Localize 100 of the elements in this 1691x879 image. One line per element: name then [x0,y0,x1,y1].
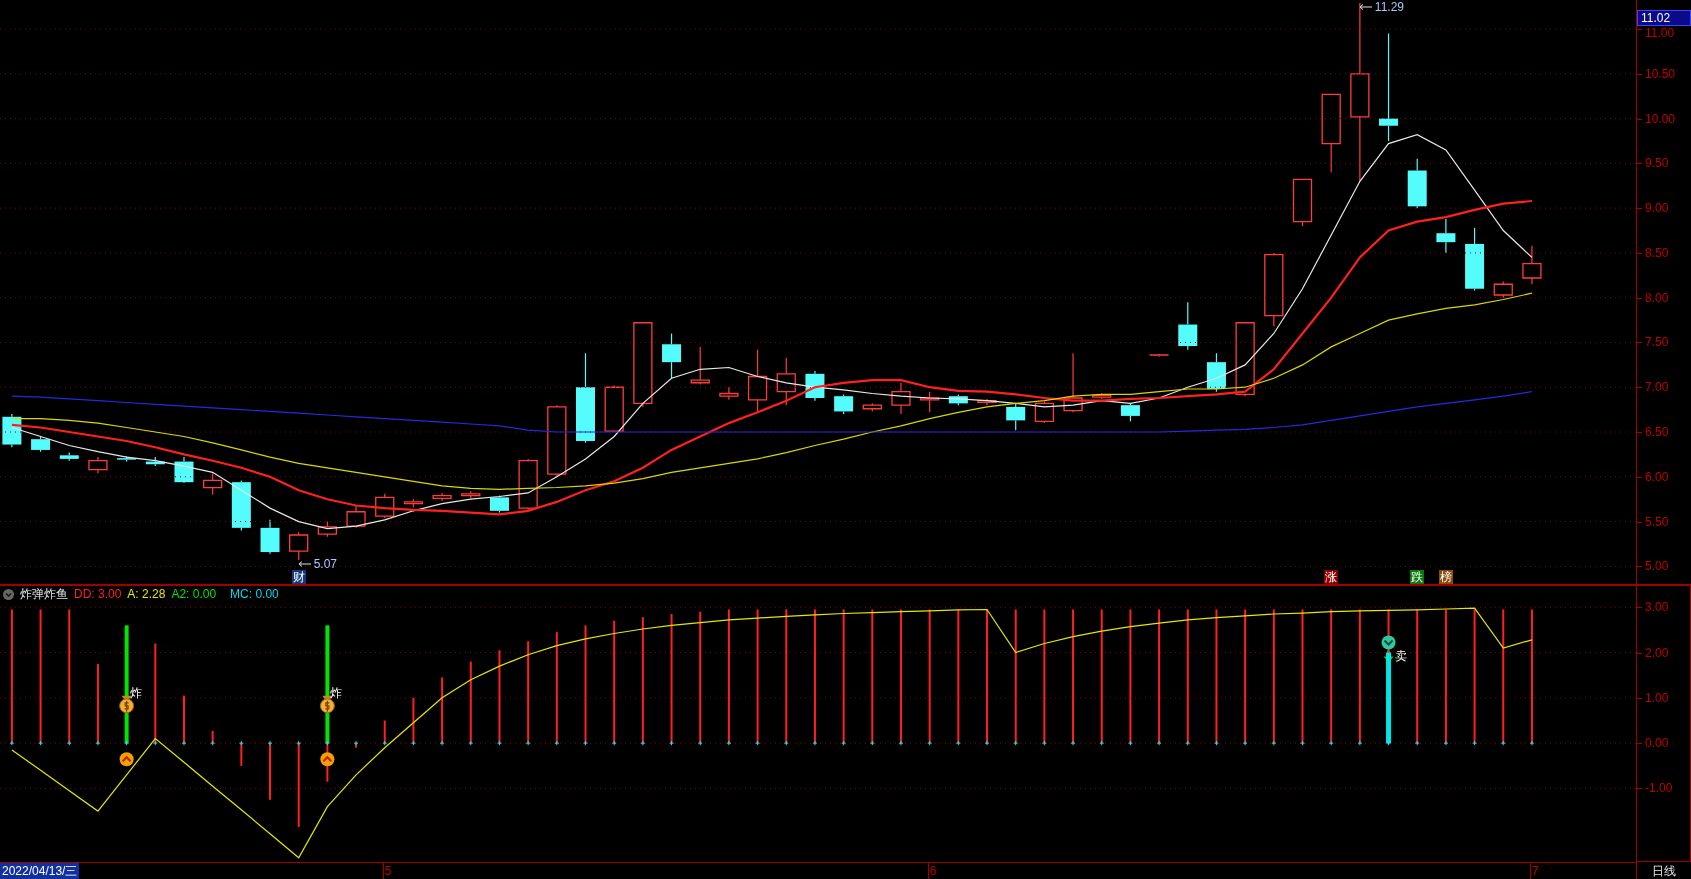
axis-label: 1.00 [1645,691,1669,704]
legend-value: DD: 3.00 [74,588,122,600]
cross-marker [1500,740,1506,746]
cross-marker [1127,740,1133,746]
candlestick [461,490,481,499]
candlestick [1092,392,1112,400]
indicator-bar [240,743,243,766]
cross-marker [353,740,359,746]
candlestick [31,435,51,453]
axis-label: 2.00 [1645,646,1669,659]
candlestick [1436,218,1456,254]
candlestick [346,504,366,529]
indicator-bar [412,697,415,744]
cross-marker [95,740,101,746]
axis-label: 11.00 [1645,27,1675,39]
cross-marker [1386,740,1392,746]
candlestick [59,452,79,462]
indicator-bar [211,730,214,744]
candlestick [260,519,280,555]
cross-marker [1529,740,1535,746]
candlestick [1407,158,1427,209]
cross-marker [525,740,531,746]
cross-marker [1328,740,1334,746]
cross-marker [1472,740,1478,746]
cross-marker [410,740,416,746]
axis-label: 8.00 [1645,291,1669,304]
price-marker-label: 11.29 [1374,1,1404,14]
cross-marker [1099,740,1105,746]
cross-marker [697,740,703,746]
cross-marker [439,740,445,746]
candlestick [317,521,338,538]
candlestick [289,531,309,561]
cross-marker [869,740,875,746]
candlestick [174,456,194,484]
candlestick [231,479,251,532]
candlestick [116,455,137,463]
cross-marker [124,740,130,746]
candlestick [1522,245,1542,285]
price-readout: 11.02 [1637,10,1691,26]
chevron-up-icon [320,752,335,767]
candlestick [1148,353,1170,358]
axis-label: 9.50 [1645,157,1669,170]
signal-label: 炸 [129,686,142,699]
axis-label: 3.00 [1645,601,1669,614]
candlestick [776,357,796,406]
collapse-icon[interactable] [3,588,14,600]
cross-marker [955,740,961,746]
candlestick [1292,178,1313,227]
candlestick [747,349,768,413]
cross-marker [1271,740,1277,746]
cross-marker [1013,740,1019,746]
cross-marker [324,740,330,746]
date-label: 2022/04/13/三 [0,863,80,879]
month-label: 7 [1531,865,1539,877]
candlestick [1178,301,1198,351]
cross-marker [1156,740,1162,746]
cross-marker [210,740,216,746]
signal-badge: 涨 [1324,570,1339,584]
cross-marker [812,740,818,746]
axis-label: 7.00 [1645,381,1669,394]
cross-marker [726,740,732,746]
candlestick [1063,352,1083,413]
legend-value: A: 2.28 [127,588,166,600]
axis-label: 0.00 [1645,737,1669,750]
arrow-icon [297,560,312,569]
cross-marker [927,740,933,746]
legend-value: A2: 0.00 [171,588,217,600]
candlestick [1493,280,1513,299]
cross-marker [1185,740,1191,746]
price-marker-label: 5.07 [313,558,338,571]
axis-label: 6.50 [1645,426,1669,438]
cross-marker [238,740,244,746]
indicator-title: 炸弹炸鱼 [20,588,68,600]
cross-marker [898,740,904,746]
candlestick [891,382,911,415]
candlestick [88,456,108,474]
candlestick [719,386,739,401]
candlestick [203,472,223,496]
cross-marker [783,740,789,746]
candlestick [862,402,882,413]
indicator-bar [383,720,386,744]
cross-marker [1242,740,1248,746]
cross-marker [640,740,646,746]
axis-label: 10.50 [1645,67,1676,80]
axis-label: 9.00 [1645,202,1669,215]
cross-marker [669,740,675,746]
candlestick [1120,402,1140,422]
period-label[interactable]: 日线 [1652,864,1676,877]
cross-marker [267,740,273,746]
axis-label: 6.00 [1645,470,1669,483]
indicator-bar [441,677,444,744]
axis-label: 8.50 [1645,246,1669,259]
cross-marker [181,740,187,746]
candlestick [518,458,538,511]
candlestick [1206,352,1226,393]
indicator-bar [355,743,358,748]
signal-label: 炸 [330,686,343,699]
month-label: 6 [929,865,937,877]
chevron-up-icon [119,752,134,767]
candlestick [948,393,968,406]
